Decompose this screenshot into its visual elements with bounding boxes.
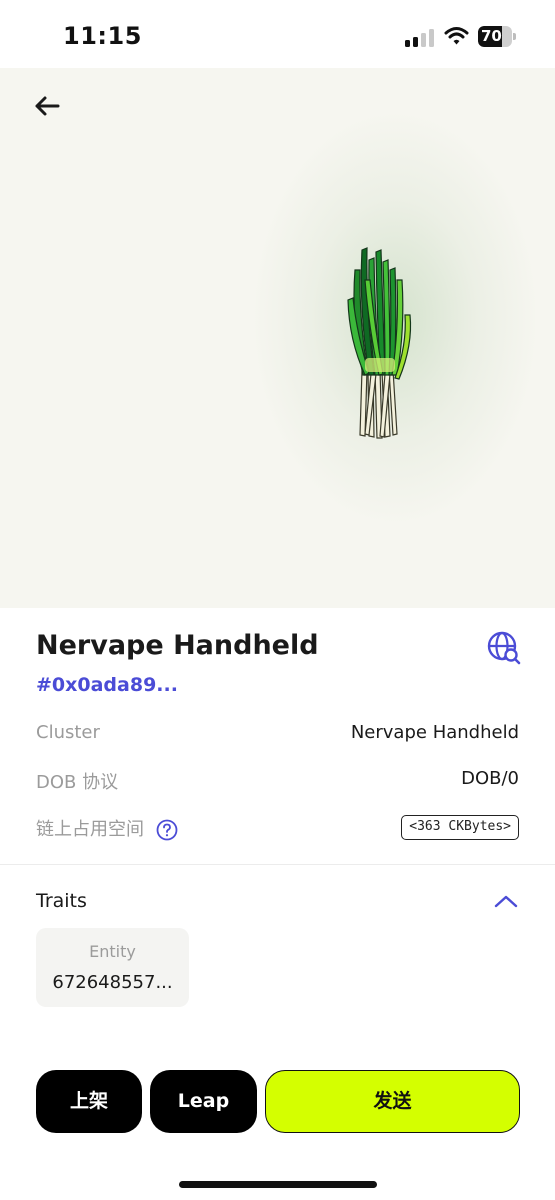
cluster-label: Cluster [36, 722, 100, 743]
trait-card: Entity 672648557... [36, 928, 189, 1007]
nft-title: Nervape Handheld [36, 630, 319, 661]
traits-collapse-toggle[interactable] [492, 890, 520, 912]
globe-search-icon [487, 631, 521, 665]
dob-protocol-label: DOB 协议 [36, 772, 119, 793]
send-button[interactable]: 发送 [265, 1070, 520, 1133]
section-divider [0, 864, 555, 865]
back-button[interactable] [28, 88, 68, 124]
arrow-left-icon [35, 96, 60, 116]
status-bar: 11:15 70 [0, 0, 555, 68]
onchain-space-row: 链上占用空间 [36, 815, 178, 841]
cluster-value: Nervape Handheld [350, 722, 519, 743]
list-for-sale-button[interactable]: 上架 [36, 1070, 142, 1133]
cellular-signal-icon [405, 28, 435, 47]
help-icon[interactable] [156, 819, 178, 841]
nft-id-link[interactable]: #0x0ada89... [36, 674, 178, 696]
wifi-icon [444, 25, 469, 47]
traits-heading: Traits [36, 890, 87, 912]
trait-name: Entity [89, 942, 136, 961]
dob-protocol-value: DOB/0 [461, 768, 519, 789]
explorer-button[interactable] [486, 630, 522, 666]
battery-percent: 70 [481, 27, 502, 45]
battery-icon: 70 [478, 26, 516, 47]
status-time: 11:15 [63, 22, 142, 50]
onchain-space-label: 链上占用空间 [36, 819, 144, 840]
onchain-space-badge: <363 CKBytes> [401, 815, 519, 840]
leap-button[interactable]: Leap [150, 1070, 257, 1133]
home-indicator [179, 1181, 377, 1188]
chevron-up-icon [494, 895, 518, 908]
trait-value: 672648557... [52, 972, 173, 993]
nft-image-area [0, 68, 555, 608]
nft-image-scallion [335, 240, 425, 445]
